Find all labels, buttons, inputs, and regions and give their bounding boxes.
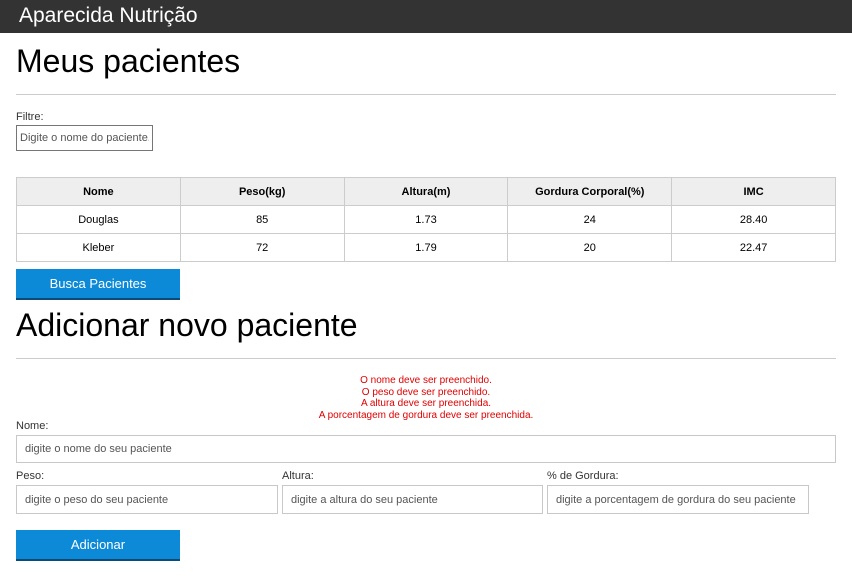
weight-label: Peso:: [16, 470, 45, 482]
weight-input[interactable]: [16, 485, 278, 514]
cell-gordura: 24: [507, 205, 673, 234]
column-header-gordura: Gordura Corporal(%): [507, 177, 673, 206]
brand-title: Aparecida Nutrição: [19, 4, 198, 27]
error-messages: O nome deve ser preenchido. O peso deve …: [16, 375, 836, 421]
cell-imc: 22.47: [671, 233, 836, 262]
add-patient-title: Adicionar novo paciente: [16, 307, 358, 343]
cell-altura: 1.79: [343, 233, 509, 262]
cell-imc: 28.40: [671, 205, 836, 234]
cell-nome: Douglas: [16, 205, 181, 234]
table-row[interactable]: Kleber 72 1.79 20 22.47: [16, 233, 836, 262]
error-message: O peso deve ser preenchido.: [361, 386, 491, 398]
patients-table: Nome Peso(kg) Altura(m) Gordura Corporal…: [16, 177, 836, 262]
fat-label: % de Gordura:: [547, 470, 619, 482]
search-patients-button[interactable]: Busca Pacientes: [16, 269, 180, 300]
height-input[interactable]: [282, 485, 543, 514]
app-header: Aparecida Nutrição: [0, 0, 852, 33]
height-label: Altura:: [282, 470, 314, 482]
fat-input[interactable]: [547, 485, 809, 514]
error-message: O nome deve ser preenchido.: [360, 375, 492, 386]
filter-input[interactable]: [16, 125, 153, 151]
name-label: Nome:: [16, 420, 49, 432]
table-header-row: Nome Peso(kg) Altura(m) Gordura Corporal…: [16, 177, 836, 206]
error-message: A altura deve ser preenchida.: [360, 398, 492, 409]
column-header-altura: Altura(m): [343, 177, 509, 206]
column-header-peso: Peso(kg): [179, 177, 345, 206]
column-header-nome: Nome: [16, 177, 181, 206]
error-message: A porcentagem de gordura deve ser preenc…: [318, 409, 534, 421]
column-header-imc: IMC: [671, 177, 836, 206]
cell-nome: Kleber: [16, 233, 181, 262]
patients-title: Meus pacientes: [16, 43, 241, 79]
divider: [16, 358, 836, 359]
table-row[interactable]: Douglas 85 1.73 24 28.40: [16, 205, 836, 234]
cell-peso: 85: [179, 205, 345, 234]
divider: [16, 94, 836, 95]
cell-altura: 1.73: [343, 205, 509, 234]
cell-gordura: 20: [507, 233, 673, 262]
name-input[interactable]: [16, 435, 836, 463]
add-patient-button[interactable]: Adicionar: [16, 530, 180, 561]
filter-label: Filtre:: [16, 111, 44, 123]
cell-peso: 72: [179, 233, 345, 262]
